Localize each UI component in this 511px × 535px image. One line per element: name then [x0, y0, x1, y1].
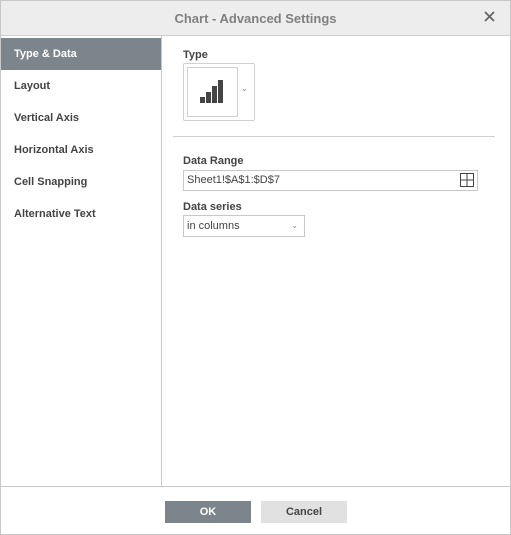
data-range-label: Data Range: [183, 155, 244, 167]
data-series-select[interactable]: in columns ⌄: [183, 215, 305, 237]
bar-chart-icon: [200, 80, 223, 103]
sidebar-item-type-data[interactable]: Type & Data: [1, 38, 161, 70]
data-series-label: Data series: [183, 201, 242, 213]
sidebar-item-alternative-text[interactable]: Alternative Text: [1, 198, 161, 230]
close-icon: [484, 11, 495, 22]
type-label: Type: [183, 49, 208, 61]
close-button[interactable]: [480, 7, 500, 27]
advanced-settings-dialog: Chart - Advanced Settings Type & Data La…: [0, 0, 511, 535]
dialog-title: Chart - Advanced Settings: [174, 11, 337, 26]
sidebar-item-horizontal-axis[interactable]: Horizontal Axis: [1, 134, 161, 166]
data-range-input[interactable]: Sheet1!$A$1:$D$7: [183, 170, 478, 191]
chart-type-preview: [187, 67, 238, 117]
sidebar-item-layout[interactable]: Layout: [1, 70, 161, 102]
select-range-grid-icon: [460, 173, 474, 187]
data-series-value: in columns: [187, 220, 240, 232]
chart-type-picker[interactable]: ⌄: [183, 63, 255, 121]
dialog-footer: OK Cancel: [1, 486, 510, 535]
section-divider: [173, 136, 495, 137]
chevron-down-icon: ⌄: [291, 221, 298, 230]
chevron-down-icon[interactable]: ⌄: [241, 84, 248, 93]
content-panel: Type ⌄ Data Range Sheet1!$A$1:$D$7 Data …: [162, 36, 510, 486]
select-range-button[interactable]: [460, 173, 474, 187]
ok-button[interactable]: OK: [165, 501, 251, 523]
sidebar-item-cell-snapping[interactable]: Cell Snapping: [1, 166, 161, 198]
cancel-button[interactable]: Cancel: [261, 501, 347, 523]
data-range-value: Sheet1!$A$1:$D$7: [187, 174, 280, 186]
sidebar-item-vertical-axis[interactable]: Vertical Axis: [1, 102, 161, 134]
dialog-header: Chart - Advanced Settings: [1, 1, 510, 36]
sidebar: Type & Data Layout Vertical Axis Horizon…: [1, 36, 162, 486]
